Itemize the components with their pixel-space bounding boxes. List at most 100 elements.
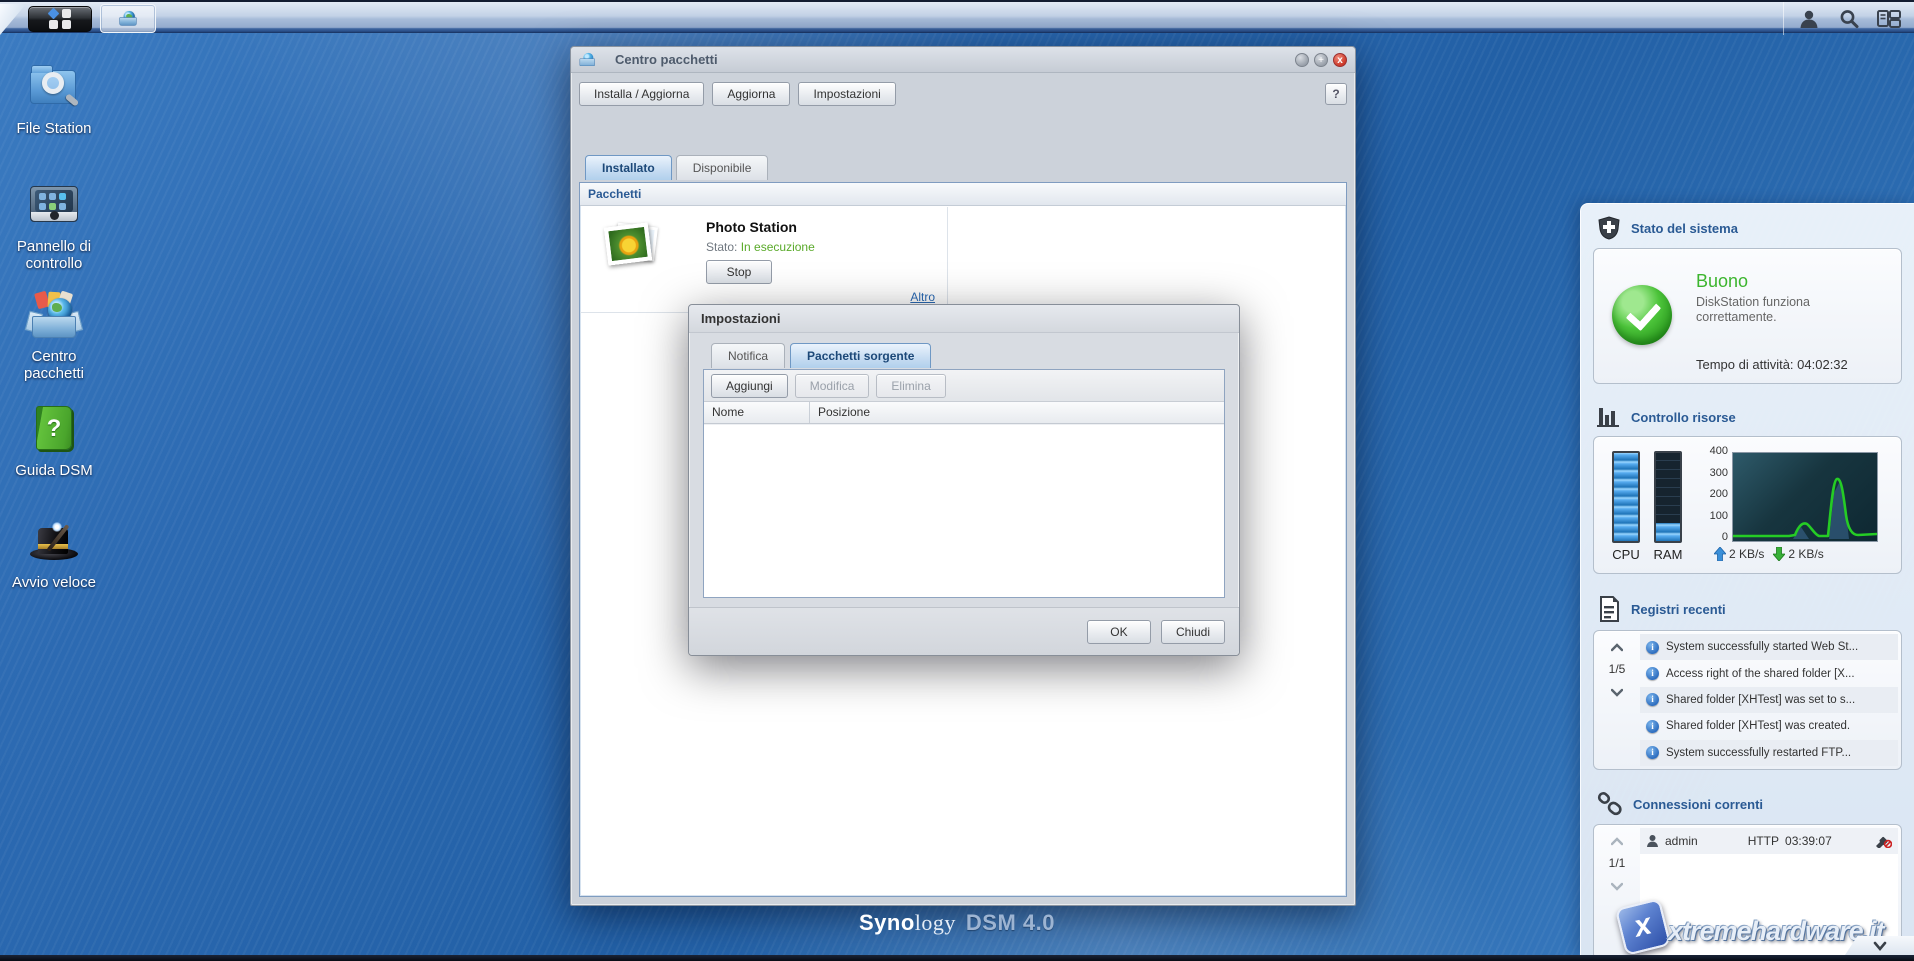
settings-dialog: Impostazioni Notifica Pacchetti sorgente… [688,304,1240,656]
log-row[interactable]: i Shared folder [XHTest] was created. [1640,713,1898,739]
help-button[interactable]: ? [1325,83,1347,105]
user-icon[interactable] [1796,6,1822,32]
info-icon: i [1646,693,1659,707]
desktop-icon-control-panel[interactable]: Pannello di controllo [6,180,102,272]
logs-pager: 1/5 [1600,641,1634,697]
log-row[interactable]: i System successfully started Web St... [1640,634,1898,661]
widget-title: Controllo risorse [1631,409,1736,425]
search-icon[interactable] [1836,6,1862,32]
package-item-photo-station[interactable]: Photo Station Stato: In esecuzione Stop … [580,207,948,313]
log-row[interactable]: i Access right of the shared folder [X... [1640,660,1898,686]
network-graph [1731,452,1879,542]
show-desktop-button[interactable] [0,4,26,35]
log-text: Shared folder [XHTest] was set to s... [1666,693,1856,706]
install-update-button[interactable]: Installa / Aggiorna [579,82,705,106]
download-arrow-icon [1773,547,1786,561]
upload-arrow-icon [1714,547,1726,561]
more-link[interactable]: Altro [910,290,935,304]
maximize-button[interactable]: + [1314,52,1328,67]
desktop-icon-dsm-help[interactable]: ? Guida DSM [6,404,102,479]
bar-chart-icon [1597,408,1619,427]
current-connections-header: Connessioni correnti [1581,780,1914,822]
system-status-card: Buono DiskStation funziona correttamente… [1593,248,1902,384]
chevron-up-icon[interactable] [1610,641,1624,653]
sources-toolbar: Aggiungi Modifica Elimina [704,370,1224,402]
dialog-title: Impostazioni [701,311,781,326]
log-text: System successfully started Web St... [1666,641,1859,654]
desktop-icon-label: Avvio veloce [12,574,96,591]
column-header-name[interactable]: Nome [704,402,810,423]
logs-page-indicator: 1/5 [1608,662,1626,676]
tab-installed[interactable]: Installato [585,155,672,180]
widget-title: Stato del sistema [1631,220,1738,236]
download-rate: 2 KB/s [1788,547,1824,561]
desktop-icon-file-station[interactable]: File Station [6,62,102,137]
recent-logs-header: Registri recenti [1581,584,1914,628]
stop-button[interactable]: Stop [706,260,772,284]
resource-monitor-card: CPU RAM 400 300 200 100 0 2 KB/s 2 KB/s [1593,436,1902,574]
xtremehardware-watermark: xtremehardware.it [1668,916,1885,946]
system-status-header: Stato del sistema [1581,204,1914,246]
disconnect-icon[interactable] [1874,834,1892,848]
uptime-text: Tempo di attività: 04:02:32 [1696,357,1848,372]
connection-user: admin [1665,834,1698,848]
column-header-position[interactable]: Posizione [810,402,1224,423]
connections-pager: 1/1 [1600,835,1634,891]
log-document-icon [1600,596,1619,622]
taskbar-right-tray [1783,2,1914,35]
sources-table-body[interactable] [704,425,1224,597]
taskbar-item-package-center[interactable] [100,4,156,33]
log-row[interactable]: i Shared folder [XHTest] was set to s... [1640,686,1898,714]
ok-button[interactable]: OK [1086,619,1151,644]
close-dialog-button[interactable]: Chiudi [1160,619,1225,644]
dialog-titlebar[interactable]: Impostazioni [689,305,1239,333]
minimize-button[interactable] [1295,52,1309,67]
network-rates: 2 KB/s 2 KB/s [1714,547,1824,561]
log-row[interactable]: i System successfully restarted FTP... [1640,739,1898,766]
desktop-icon-package-center[interactable]: Centro pacchetti [6,290,102,382]
package-sources-panel: Aggiungi Modifica Elimina Nome Posizione [703,369,1225,598]
delete-button[interactable]: Elimina [876,373,946,398]
tab-available[interactable]: Disponibile [675,155,769,180]
tab-package-sources[interactable]: Pacchetti sorgente [790,343,932,368]
log-text: Shared folder [XHTest] was created. [1666,720,1851,733]
chevron-down-icon[interactable] [1610,879,1624,891]
connection-protocol: HTTP [1747,834,1780,848]
refresh-button[interactable]: Aggiorna [712,82,791,106]
desktop-icon-quick-start[interactable]: Avvio veloce [6,516,102,591]
log-text: Access right of the shared folder [X... [1666,667,1855,680]
chevron-up-icon[interactable] [1610,835,1624,847]
cpu-bar [1612,451,1640,543]
main-menu-button[interactable] [28,6,92,32]
add-button[interactable]: Aggiungi [711,373,788,398]
photo-station-icon [603,219,662,273]
log-text: System successfully restarted FTP... [1666,746,1852,759]
dialog-tabs: Notifica Pacchetti sorgente [711,343,932,368]
status-label: Stato: [706,240,738,254]
close-button[interactable]: x [1333,52,1347,67]
window-title-icon [579,52,596,66]
connections-page-indicator: 1/1 [1608,856,1626,870]
widget-title: Connessioni correnti [1633,796,1764,812]
info-icon: i [1646,640,1659,654]
edit-button[interactable]: Modifica [794,373,870,398]
pilot-view-icon[interactable] [1876,6,1902,32]
connection-row[interactable]: admin HTTP 03:39:07 [1640,828,1898,854]
upload-rate: 2 KB/s [1729,547,1765,561]
network-graph-ticks: 400 300 200 100 0 [1709,445,1728,543]
pilot-view-panel: Stato del sistema Buono DiskStation funz… [1580,203,1914,960]
tab-notification[interactable]: Notifica [711,343,786,368]
cpu-label: CPU [1612,547,1640,562]
package-name: Photo Station [706,219,797,235]
info-icon: i [1646,746,1659,760]
window-titlebar[interactable]: Centro pacchetti + x [571,47,1355,73]
resource-monitor-header: Controllo risorse [1581,394,1914,434]
logs-list: i System successfully started Web St... i… [1640,634,1898,766]
chain-link-icon [1597,792,1622,816]
status-value: Buono [1696,271,1749,291]
sources-table-header: Nome Posizione [704,402,1224,424]
settings-button[interactable]: Impostazioni [798,82,896,106]
window-title: Centro pacchetti [615,52,718,67]
chevron-down-icon[interactable] [1610,685,1624,697]
connection-time: 03:39:07 [1785,834,1832,848]
